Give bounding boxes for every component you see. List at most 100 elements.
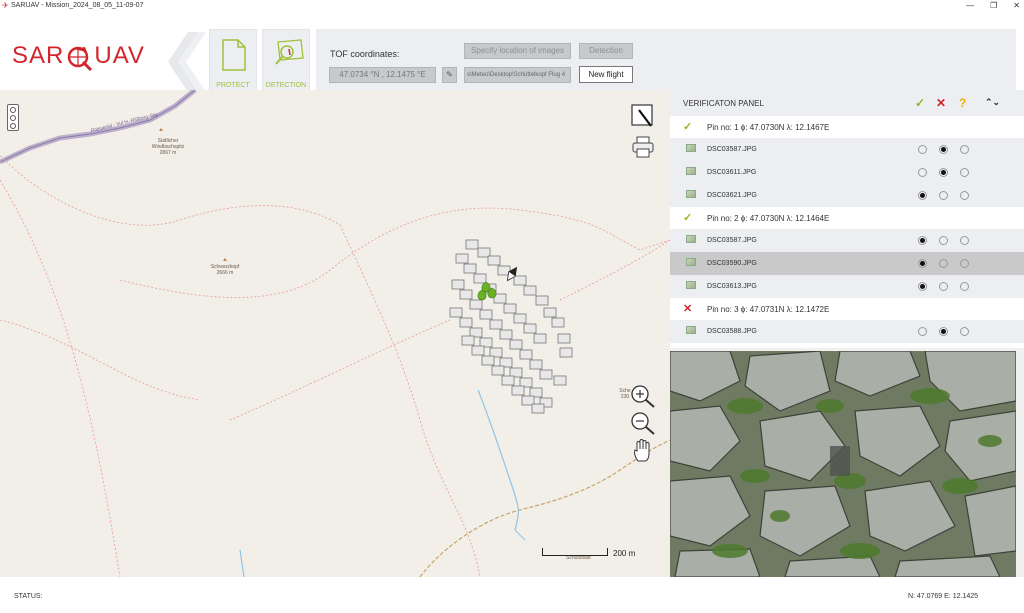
zoom-in-icon[interactable] bbox=[630, 384, 656, 408]
layers-button[interactable] bbox=[7, 104, 19, 131]
tof-label: TOF coordinates: bbox=[330, 49, 400, 59]
detection-label: DETECTION bbox=[265, 82, 307, 89]
close-button[interactable]: ✕ bbox=[1013, 0, 1020, 12]
image-row[interactable]: DSC03588.JPG bbox=[670, 320, 1024, 343]
window-titlebar: ✈ SARUAV - Mission_2024_08_05_11-09-07 —… bbox=[0, 0, 1024, 12]
zoom-out-icon[interactable] bbox=[630, 411, 656, 435]
reject-radio[interactable] bbox=[939, 236, 948, 245]
chevron-left-icon bbox=[168, 32, 206, 92]
image-thumbnail-icon bbox=[686, 258, 696, 266]
protect-label: PROTECT bbox=[216, 82, 250, 89]
image-thumbnail-icon bbox=[686, 281, 696, 289]
unknown-radio[interactable] bbox=[960, 191, 969, 200]
reject-radio[interactable] bbox=[939, 191, 948, 200]
image-footprints-overlay bbox=[449, 239, 573, 414]
pin-row[interactable]: ✕ Pin no: 3 ϕ: 47.0731N λ: 12.1472E bbox=[670, 298, 1024, 320]
accept-radio[interactable] bbox=[918, 168, 927, 177]
logo-text-left: SAR bbox=[12, 42, 65, 69]
image-filename: DSC03587.JPG bbox=[707, 237, 757, 244]
reject-radio[interactable] bbox=[939, 145, 948, 154]
minimize-button[interactable]: — bbox=[966, 0, 974, 12]
accept-radio[interactable] bbox=[918, 191, 927, 200]
image-thumbnail-icon bbox=[686, 235, 696, 243]
pin-rejected-icon: ✕ bbox=[683, 303, 693, 315]
unknown-radio[interactable] bbox=[960, 327, 969, 336]
accept-radio[interactable] bbox=[918, 282, 927, 291]
maximize-button[interactable]: ❐ bbox=[990, 0, 997, 12]
saruav-logo: SAR UAV bbox=[12, 42, 145, 71]
status-bar: STATUS: N: 47.0769 E: 12.1425 bbox=[0, 577, 1024, 613]
logo-mark-icon bbox=[68, 46, 93, 71]
window-controls: — ❐ ✕ bbox=[966, 0, 1020, 12]
scale-bar bbox=[542, 548, 608, 556]
window-title: SARUAV - Mission_2024_08_05_11-09-07 bbox=[11, 2, 144, 9]
reject-radio[interactable] bbox=[939, 259, 948, 268]
accept-radio[interactable] bbox=[918, 327, 927, 336]
image-row[interactable]: DSC03587.JPG bbox=[670, 229, 1024, 252]
unknown-radio[interactable] bbox=[960, 145, 969, 154]
detected-object bbox=[830, 446, 850, 476]
new-flight-button[interactable]: New flight bbox=[579, 66, 633, 83]
reject-radio[interactable] bbox=[939, 282, 948, 291]
verification-header: VERIFICATON PANEL ✓ ✕ ? ⌃⌄ bbox=[670, 90, 1024, 116]
image-thumbnail-icon bbox=[686, 167, 696, 175]
unknown-radio[interactable] bbox=[960, 236, 969, 245]
verification-panel: VERIFICATON PANEL ✓ ✕ ? ⌃⌄ ✓ Pin no: 1 ϕ:… bbox=[670, 90, 1024, 348]
detection-button[interactable]: Detection bbox=[579, 43, 633, 59]
image-row[interactable]: DSC03590.JPG bbox=[670, 252, 1024, 275]
image-thumbnail-icon bbox=[686, 144, 696, 152]
reject-all-icon[interactable]: ✕ bbox=[936, 96, 946, 110]
map-label-windbachspitz: Südlicher Windbachspitz 2867 m bbox=[151, 138, 185, 156]
image-thumbnail-icon bbox=[686, 190, 696, 198]
pin-row[interactable]: ✓ Pin no: 2 ϕ: 47.0730N λ: 12.1464E bbox=[670, 207, 1024, 229]
pin-row[interactable]: ✓ Pin no: 1 ϕ: 47.0730N λ: 12.1467E bbox=[670, 116, 1024, 138]
image-row[interactable]: DSC03587.JPG bbox=[670, 138, 1024, 161]
edit-coordinates-button[interactable]: ✎ bbox=[442, 67, 457, 83]
detection-icon bbox=[275, 39, 304, 65]
image-filename: DSC03588.JPG bbox=[707, 328, 757, 335]
pin-accepted-icon: ✓ bbox=[683, 212, 693, 224]
reject-radio[interactable] bbox=[939, 168, 948, 177]
draw-pin-icon[interactable] bbox=[631, 104, 655, 128]
pan-hand-icon[interactable] bbox=[632, 439, 654, 463]
protect-mode-button[interactable]: PROTECT bbox=[209, 29, 257, 95]
accept-radio[interactable] bbox=[918, 145, 927, 154]
image-preview[interactable] bbox=[670, 351, 1016, 577]
accept-radio[interactable] bbox=[918, 236, 927, 245]
image-filename: DSC03621.JPG bbox=[707, 192, 757, 199]
collapse-arrows-icon[interactable]: ⌃⌄ bbox=[985, 97, 1000, 108]
accept-all-icon[interactable]: ✓ bbox=[915, 96, 925, 110]
image-filename: DSC03611.JPG bbox=[707, 169, 757, 176]
specify-location-button[interactable]: Specify location of images bbox=[464, 43, 571, 59]
verification-title: VERIFICATON PANEL bbox=[683, 99, 764, 108]
pin-list: ✓ Pin no: 1 ϕ: 47.0730N λ: 12.1467E DSC035… bbox=[670, 116, 1024, 343]
map-label-schwarzkopf: Schwarzkopf 2666 m bbox=[210, 264, 240, 276]
pin-coordinates: Pin no: 2 ϕ: 47.0730N λ: 12.1464E bbox=[707, 214, 830, 223]
image-filename: DSC03590.JPG bbox=[707, 260, 757, 267]
app-icon: ✈ bbox=[2, 1, 9, 10]
detection-mode-button[interactable]: DETECTION bbox=[262, 29, 310, 95]
print-icon[interactable] bbox=[631, 136, 655, 158]
tof-coordinates-field[interactable]: 47.0734 °N , 12.1475 °E bbox=[329, 67, 436, 83]
pin-accepted-icon: ✓ bbox=[683, 121, 693, 133]
image-filename: DSC03587.JPG bbox=[707, 146, 757, 153]
unknown-radio[interactable] bbox=[960, 282, 969, 291]
aerial-photo bbox=[670, 351, 1016, 577]
status-label: STATUS: bbox=[14, 593, 43, 600]
images-path-field[interactable]: s\Meteo\Desktop\Schüttelkopf Flug 4 bbox=[464, 67, 571, 83]
image-filename: DSC03613.JPG bbox=[707, 283, 757, 290]
cursor-coordinates: N: 47.0769 E: 12.1425 bbox=[907, 593, 978, 600]
map-view[interactable]: Poisserial - Vul H.-Rißberg-Stg Südliche… bbox=[0, 90, 670, 577]
image-row[interactable]: DSC03611.JPG bbox=[670, 161, 1024, 184]
image-row[interactable]: DSC03621.JPG bbox=[670, 184, 1024, 207]
unknown-all-icon[interactable]: ? bbox=[959, 96, 966, 110]
tof-panel: TOF coordinates: 47.0734 °N , 12.1475 °E… bbox=[316, 29, 1016, 95]
scale-label: 200 m bbox=[613, 549, 636, 558]
image-row[interactable]: DSC03613.JPG bbox=[670, 275, 1024, 298]
unknown-radio[interactable] bbox=[960, 259, 969, 268]
unknown-radio[interactable] bbox=[960, 168, 969, 177]
pin-coordinates: Pin no: 1 ϕ: 47.0730N λ: 12.1467E bbox=[707, 123, 830, 132]
reject-radio[interactable] bbox=[939, 327, 948, 336]
pin-coordinates: Pin no: 3 ϕ: 47.0731N λ: 12.1472E bbox=[707, 305, 830, 314]
accept-radio[interactable] bbox=[918, 259, 927, 268]
